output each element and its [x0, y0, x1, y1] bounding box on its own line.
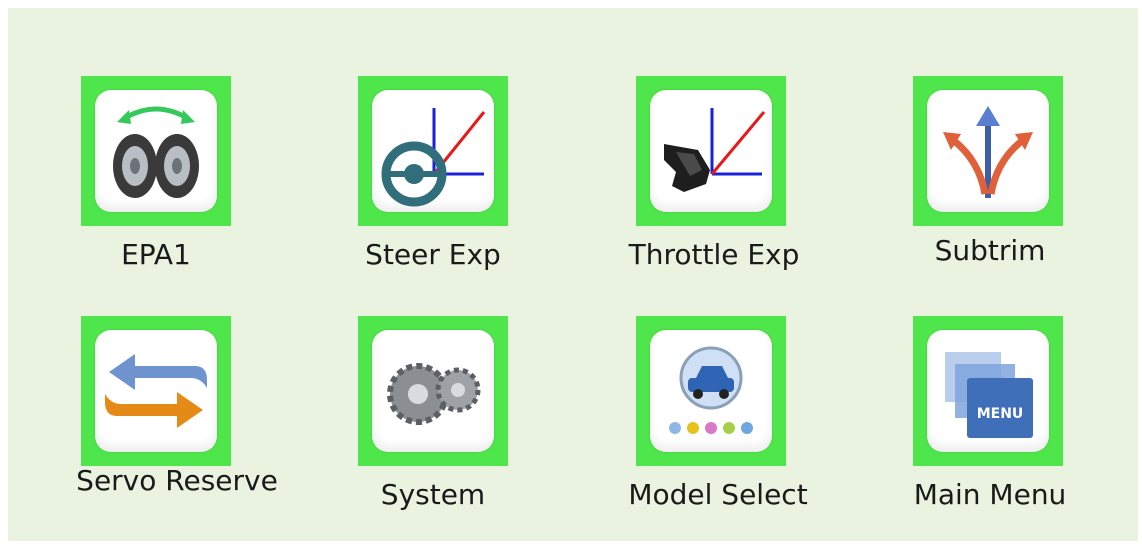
throttle-curve-icon [664, 108, 766, 192]
arrows-split-icon [943, 106, 1033, 198]
servo-reserve-button[interactable] [81, 316, 231, 466]
epa1-button[interactable] [81, 76, 231, 226]
main-menu-button[interactable]: MENU [913, 316, 1063, 466]
gears-icon [387, 363, 481, 425]
menu-folders-icon: MENU [945, 352, 1033, 438]
model-select-button[interactable] [636, 316, 786, 466]
subtrim-card [927, 90, 1049, 212]
steer-exp-button[interactable] [358, 76, 508, 226]
servo-reserve-label: Servo Reserve [76, 464, 278, 497]
subtrim-button[interactable] [913, 76, 1063, 226]
reverse-arrows-icon [105, 354, 207, 428]
epa1-card [95, 90, 217, 212]
main-menu-label: Main Menu [913, 478, 1067, 511]
tires-icon [113, 106, 199, 198]
throttle-exp-button[interactable] [636, 76, 786, 226]
model-select-label: Model Select [628, 478, 808, 511]
steer-exp-card [372, 90, 494, 212]
menu-panel: EPA1 Steer Exp Throttle Exp Subtrim Serv… [8, 8, 1138, 541]
steering-wheel-curve-icon [381, 108, 486, 207]
epa1-label: EPA1 [121, 238, 191, 271]
svg-text:MENU: MENU [977, 406, 1024, 422]
system-button[interactable] [358, 316, 508, 466]
car-select-icon [669, 346, 753, 434]
system-card [372, 330, 494, 452]
throttle-exp-card [650, 90, 772, 212]
steer-exp-label: Steer Exp [365, 238, 501, 271]
main-menu-card: MENU [927, 330, 1049, 452]
system-label: System [380, 478, 486, 511]
subtrim-label: Subtrim [934, 234, 1046, 267]
throttle-exp-label: Throttle Exp [628, 238, 800, 271]
servo-reserve-card [95, 330, 217, 452]
model-select-card [650, 330, 772, 452]
